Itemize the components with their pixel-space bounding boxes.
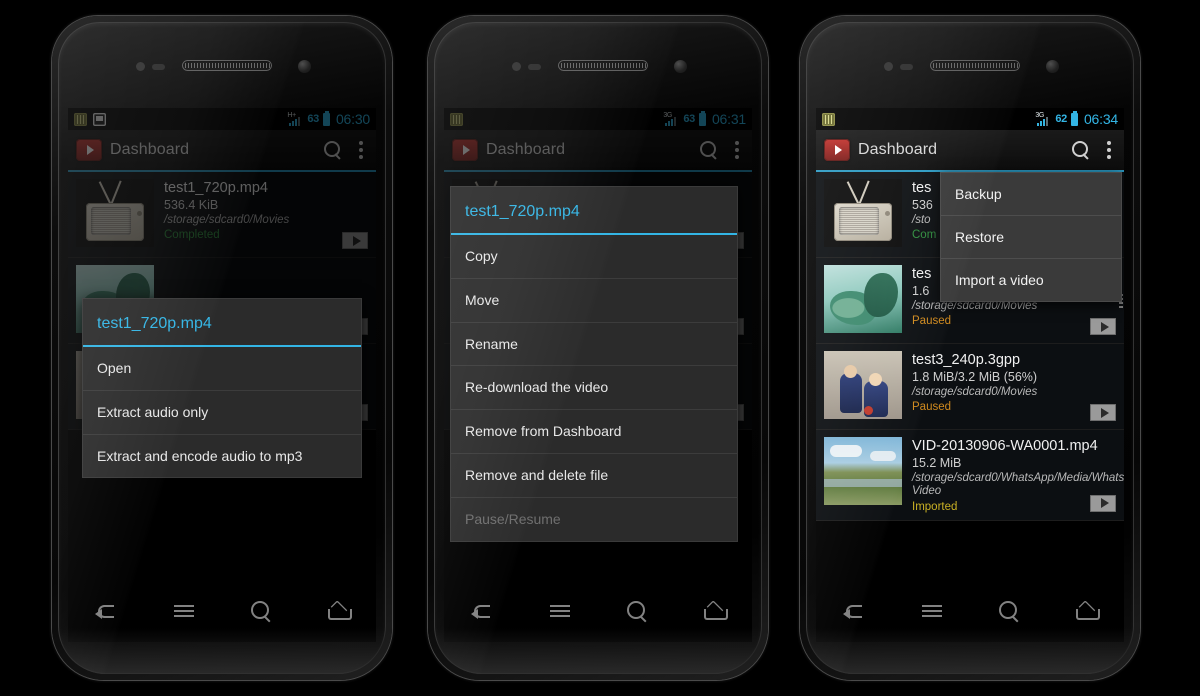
phone-1-screen: H+ 63 06:30 Dashboard	[68, 108, 376, 580]
battery-icon	[1070, 110, 1078, 126]
context-dialog-1: test1_720p.mp4 Open Extract audio only E…	[82, 298, 362, 479]
page-title: Dashboard	[858, 141, 938, 158]
status-bar-3: 3G 62 06:34	[816, 108, 1124, 130]
proximity-sensor-icon	[884, 62, 893, 71]
menu-item-import-a-video[interactable]: Import a video	[941, 259, 1121, 301]
file-name: VID-20130906-WA0001.mp4	[912, 438, 1098, 454]
status-clock: 06:34	[1083, 111, 1118, 127]
action-bar-3: Dashboard	[816, 130, 1124, 170]
phone-device-3: 3G 62 06:34 Dashboard tes 536 /sto Com t…	[800, 16, 1140, 680]
play-video-icon[interactable]	[1090, 494, 1116, 512]
dialog-title: test1_720p.mp4	[465, 203, 580, 220]
earpiece-speaker	[558, 60, 648, 71]
phone-top-hardware	[434, 22, 762, 108]
list-item[interactable]: test3_240p.3gpp 1.8 MiB/3.2 MiB (56%) /s…	[816, 344, 1124, 430]
search-icon[interactable]	[996, 598, 1022, 624]
proximity-sensor-icon	[512, 62, 521, 71]
dialog-item-copy[interactable]: Copy	[451, 235, 737, 279]
video-thumbnail	[824, 437, 902, 505]
search-icon[interactable]	[624, 598, 650, 624]
phone-2-screen: 3G 63 06:31 Dashboard	[444, 108, 752, 580]
dialog-item-move[interactable]: Move	[451, 279, 737, 323]
phone-top-hardware	[58, 22, 386, 108]
battery-percent-label: 62	[1055, 113, 1067, 125]
dialog-item-redownload[interactable]: Re-download the video	[451, 366, 737, 411]
dialog-item-extract-encode-mp3[interactable]: Extract and encode audio to mp3	[83, 435, 361, 478]
home-icon[interactable]	[701, 598, 728, 624]
home-icon[interactable]	[1073, 598, 1100, 624]
system-nav-bar-3	[816, 580, 1124, 642]
light-sensor-icon	[528, 64, 541, 70]
file-size: 1.8 MiB/3.2 MiB (56%)	[912, 370, 1038, 385]
light-sensor-icon	[152, 64, 165, 70]
screenshot-stage: H+ 63 06:30 Dashboard	[0, 0, 1200, 696]
dialog-title: test1_720p.mp4	[97, 315, 212, 332]
phone-top-hardware	[806, 22, 1134, 108]
overflow-popup-menu: Backup Restore Import a video	[940, 172, 1122, 302]
front-camera-icon	[1046, 60, 1059, 73]
menu-icon[interactable]	[919, 598, 945, 624]
file-size: 15.2 MiB	[912, 456, 962, 471]
music-note-icon	[822, 112, 835, 126]
menu-item-backup[interactable]: Backup	[941, 173, 1121, 216]
system-nav-bar-1	[68, 580, 376, 642]
video-thumbnail	[824, 265, 902, 333]
light-sensor-icon	[900, 64, 913, 70]
app-video-icon	[824, 139, 850, 161]
earpiece-speaker	[930, 60, 1020, 71]
back-icon[interactable]	[94, 598, 120, 624]
file-path: /storage/sdcard0/Movies	[912, 300, 1038, 313]
status-badge: Paused	[912, 401, 952, 414]
play-video-icon[interactable]	[1090, 404, 1116, 421]
front-camera-icon	[298, 60, 311, 73]
search-icon[interactable]	[1071, 140, 1091, 160]
menu-icon[interactable]	[547, 598, 573, 624]
menu-item-restore[interactable]: Restore	[941, 216, 1121, 259]
phone-device-1: H+ 63 06:30 Dashboard	[52, 16, 392, 680]
home-icon[interactable]	[325, 598, 352, 624]
list-item[interactable]: VID-20130906-WA0001.mp4 15.2 MiB /storag…	[816, 430, 1124, 521]
file-name: test3_240p.3gpp	[912, 352, 1021, 368]
video-thumbnail	[824, 179, 902, 247]
dialog-item-open[interactable]: Open	[83, 347, 361, 391]
status-badge: Paused	[912, 315, 952, 328]
earpiece-speaker	[182, 60, 272, 71]
proximity-sensor-icon	[136, 62, 145, 71]
file-path: /storage/sdcard0/WhatsApp/Media/WhatsApp…	[912, 472, 1124, 498]
search-icon[interactable]	[248, 598, 274, 624]
play-video-icon[interactable]	[1090, 318, 1116, 335]
dialog-item-remove-from-dashboard[interactable]: Remove from Dashboard	[451, 410, 737, 454]
menu-icon[interactable]	[171, 598, 197, 624]
dialog-item-rename[interactable]: Rename	[451, 323, 737, 367]
system-nav-bar-2	[444, 580, 752, 642]
dialog-item-pause-resume: Pause/Resume	[465, 510, 561, 527]
context-dialog-2: test1_720p.mp4 Copy Move Rename Re-downl…	[450, 186, 738, 542]
status-badge: Imported	[912, 500, 958, 513]
back-icon[interactable]	[842, 598, 868, 624]
dialog-item-remove-and-delete[interactable]: Remove and delete file	[451, 454, 737, 498]
signal-icon: 3G	[1035, 112, 1051, 126]
back-icon[interactable]	[470, 598, 496, 624]
phone-3-screen: 3G 62 06:34 Dashboard tes 536 /sto Com t…	[816, 108, 1124, 580]
dialog-item-extract-audio-only[interactable]: Extract audio only	[83, 391, 361, 435]
video-thumbnail	[824, 351, 902, 419]
overflow-menu-icon[interactable]	[1107, 140, 1112, 160]
phone-device-2: 3G 63 06:31 Dashboard	[428, 16, 768, 680]
file-path: /storage/sdcard0/Movies	[912, 386, 1038, 399]
front-camera-icon	[674, 60, 687, 73]
